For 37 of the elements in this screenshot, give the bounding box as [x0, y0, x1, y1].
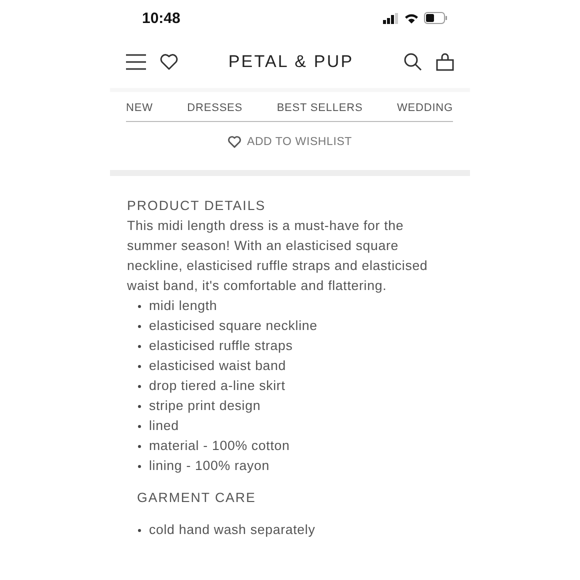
wifi-icon — [404, 12, 419, 24]
bullet-icon — [138, 385, 141, 388]
bullet-icon — [138, 529, 141, 532]
clock-time: 10:48 — [142, 10, 180, 27]
bullet-icon — [138, 305, 141, 308]
list-item: elasticised ruffle straps — [149, 338, 293, 353]
list-item: cold hand wash separately — [149, 522, 316, 537]
product-description: This midi length dress is a must-have for the summer season! With an elasticised square neckline, elasticised ruffle straps and elasticised waist band, it's comfortable and flattering. — [127, 217, 429, 295]
menu-icon[interactable] — [126, 54, 146, 70]
list-item: midi length — [149, 298, 218, 313]
list-item: drop tiered a-line skirt — [149, 378, 286, 393]
section-heading: PRODUCT DETAILS — [127, 197, 267, 215]
nav-link[interactable]: WEDDING — [397, 102, 453, 114]
heart-icon[interactable] — [160, 54, 178, 70]
add-to-wishlist-button[interactable]: ADD TO WISHLIST — [226, 134, 354, 150]
list-item: lined — [149, 418, 179, 433]
bullet-icon — [138, 365, 141, 368]
list-item: lining - 100% rayon — [149, 458, 270, 473]
heart-icon — [228, 136, 241, 148]
search-icon[interactable] — [404, 53, 422, 72]
nav-link[interactable]: NEW — [126, 102, 153, 114]
shopping-bag-icon[interactable] — [436, 53, 454, 72]
list-item: elasticised square neckline — [149, 318, 318, 333]
bullet-icon — [138, 405, 141, 408]
nav-link[interactable]: DRESSES — [187, 102, 243, 114]
list-item: material - 100% cotton — [149, 438, 290, 453]
signal-icon — [383, 12, 399, 24]
list-item: elasticised waist band — [149, 358, 286, 373]
bullet-icon — [138, 425, 141, 428]
list-item: stripe print design — [149, 398, 261, 413]
bullet-icon — [138, 345, 141, 348]
bullet-icon — [138, 465, 141, 468]
bullet-icon — [138, 325, 141, 328]
bullet-icon — [138, 445, 141, 448]
battery-icon — [424, 12, 448, 24]
section-heading: GARMENT CARE — [137, 489, 257, 507]
nav-link[interactable]: BEST SELLERS — [276, 102, 363, 114]
